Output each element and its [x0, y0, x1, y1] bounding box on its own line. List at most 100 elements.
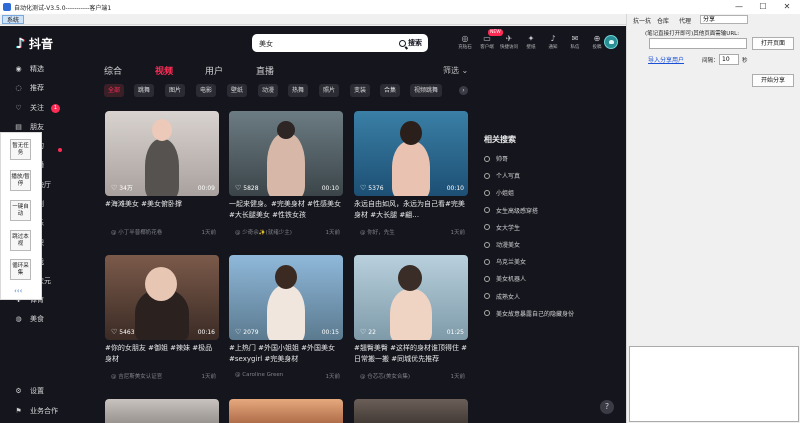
- top-wallpaper[interactable]: ✦ 壁纸: [520, 33, 542, 50]
- related-item[interactable]: 女大学生: [484, 219, 614, 236]
- chip-dance[interactable]: 跳舞: [134, 84, 155, 97]
- help-button[interactable]: ?: [600, 400, 614, 414]
- related-item[interactable]: 成熟女人: [484, 288, 614, 305]
- video-duration: 00:10: [321, 185, 339, 192]
- thumbnail-figure: [390, 289, 432, 340]
- video-thumbnail[interactable]: ♡ 22 01:25: [354, 255, 468, 340]
- related-item[interactable]: 美女故意暴露自己的隐藏身份: [484, 305, 614, 322]
- friends-icon: ▤: [15, 122, 22, 131]
- sidebar-item-featured[interactable]: ◉ 精选: [14, 62, 44, 76]
- sidebar-item-recommend[interactable]: ◌ 推荐: [14, 81, 44, 95]
- sidebar-item-food[interactable]: ◍ 美食: [14, 312, 44, 326]
- import-share-users-link[interactable]: 导入分享用户: [648, 55, 684, 64]
- related-item-label: 女生高级感穿搭: [496, 207, 539, 215]
- tab-video[interactable]: 视频: [155, 64, 173, 77]
- avatar[interactable]: [604, 35, 618, 49]
- chip-all[interactable]: 全部: [104, 84, 125, 97]
- video-title[interactable]: #上热门 #外国小姐姐 #外国美女 #sexygirl #完美身材: [229, 343, 343, 365]
- interval-input[interactable]: [719, 54, 739, 65]
- sidebar-item-settings[interactable]: ⚙ 设置: [14, 384, 44, 398]
- related-item[interactable]: 乌克兰美女: [484, 253, 614, 270]
- related-item[interactable]: 美女机器人: [484, 270, 614, 287]
- video-thumbnail[interactable]: ♡ 34万 00:09: [105, 111, 219, 196]
- filter-button[interactable]: 筛选 ⌄: [443, 65, 468, 76]
- video-author[interactable]: @ 少奇佘✨(就绪少主): [235, 230, 292, 236]
- chip-anime[interactable]: 动漫: [258, 84, 279, 97]
- video-title[interactable]: #你的女朋友 #御姐 #辣妹 #极品身材: [105, 343, 219, 365]
- video-author[interactable]: @ 你好，先生: [360, 230, 395, 236]
- related-item[interactable]: 小姐姐: [484, 184, 614, 201]
- search-button[interactable]: 搜索: [399, 38, 422, 48]
- sidebar-item-business[interactable]: ⚑ 业务合作: [14, 404, 58, 418]
- related-item-label: 小姐姐: [496, 190, 515, 198]
- video-author[interactable]: @ 小丁半普椰奶花卷: [111, 230, 162, 236]
- related-item[interactable]: 动漫美女: [484, 236, 614, 253]
- top-message[interactable]: ✉ 私信: [564, 33, 586, 50]
- collapse-toolbar-icon[interactable]: ‹‹‹: [14, 287, 22, 295]
- douyin-logo[interactable]: ♪ 抖音: [16, 35, 53, 52]
- chip-video-dance[interactable]: 视频跳舞: [410, 84, 443, 97]
- video-thumbnail[interactable]: ♡ 5376 00:10: [354, 111, 468, 196]
- video-thumbnail[interactable]: ♡ 5463 00:16: [105, 255, 219, 340]
- tab-proxy[interactable]: 代理: [679, 16, 691, 25]
- log-output[interactable]: [629, 346, 799, 422]
- top-diamond[interactable]: ◎ 充钻石: [454, 33, 476, 50]
- floating-toolbar: 暂无任务 播放/暂停 一键自动 跳过本视 循环采集 ‹‹‹: [0, 132, 42, 300]
- tab-warehouse[interactable]: 仓库: [657, 16, 669, 25]
- related-item[interactable]: 女生高级感穿搭: [484, 202, 614, 219]
- open-page-button[interactable]: 打开页面: [752, 37, 794, 50]
- search-input[interactable]: [259, 38, 379, 49]
- tab-comprehensive[interactable]: 综合: [104, 64, 122, 77]
- video-thumbnail-partial[interactable]: [354, 399, 468, 423]
- video-author[interactable]: @ Caroline Green: [235, 372, 283, 378]
- maximize-button[interactable]: ☐: [751, 1, 775, 13]
- loop-collect-button[interactable]: 循环采集: [10, 259, 31, 280]
- chip-collection[interactable]: 合集: [380, 84, 401, 97]
- video-author[interactable]: @ 吉尼斯美女认证官: [111, 374, 162, 380]
- thumbnail-figure: [267, 285, 305, 340]
- bell-icon: ♪: [550, 34, 556, 43]
- related-item[interactable]: 个人写真: [484, 167, 614, 184]
- sidebar-item-label: 朋友: [30, 123, 44, 131]
- tab-share[interactable]: 分享: [700, 15, 748, 24]
- video-thumbnail[interactable]: ♡ 2079 00:15: [229, 255, 343, 340]
- tab-live[interactable]: 直播: [256, 64, 274, 77]
- play-pause-button[interactable]: 播放/暂停: [10, 170, 31, 191]
- top-wallpaper-label: 壁纸: [526, 45, 536, 50]
- chip-photo[interactable]: 照片: [319, 84, 340, 97]
- chip-costume-change[interactable]: 变装: [350, 84, 371, 97]
- video-thumbnail-partial[interactable]: [229, 399, 343, 423]
- video-thumbnail-partial[interactable]: [105, 399, 219, 423]
- chip-image[interactable]: 图片: [165, 84, 186, 97]
- sidebar-item-follow[interactable]: ♡ 关注 1: [14, 101, 60, 115]
- url-input[interactable]: [649, 38, 747, 49]
- start-share-button[interactable]: 开始分享: [752, 74, 794, 87]
- heart-icon: ♡: [235, 184, 242, 192]
- minimize-button[interactable]: —: [727, 1, 751, 13]
- one-click-auto-button[interactable]: 一键自动: [10, 200, 31, 221]
- related-item-label: 美女故意暴露自己的隐藏身份: [496, 310, 575, 318]
- tab-user[interactable]: 用户: [205, 64, 223, 77]
- no-task-button[interactable]: 暂无任务: [10, 139, 31, 160]
- video-title[interactable]: 永远自由如风，永远为自己看#完美身材 #大长腿 #翩…: [354, 199, 468, 221]
- video-thumbnail[interactable]: ♡ 5828 00:10: [229, 111, 343, 196]
- chips-next-button[interactable]: ›: [459, 86, 468, 95]
- tab-kang[interactable]: 抗一抗: [633, 16, 651, 25]
- related-item[interactable]: 帅哥: [484, 150, 614, 167]
- related-item-label: 成熟女人: [496, 293, 521, 301]
- video-title[interactable]: #翘臀美臀 #这样的身材谁顶得住 #日常搬一搬 #同城优先推荐: [354, 343, 468, 365]
- related-item-label: 帅哥: [496, 156, 509, 164]
- gear-icon: ⚙: [15, 386, 22, 395]
- new-badge: NEW: [488, 29, 503, 36]
- menu-system[interactable]: 系统: [2, 15, 25, 24]
- video-title[interactable]: 一起来健身。#完美身材 #性感美女 #大长腿美女 #性铁女孩: [229, 199, 343, 221]
- video-title[interactable]: #海滩美女 #美女俯卧撑: [105, 199, 219, 210]
- sidebar-item-label: 关注: [30, 104, 44, 112]
- chip-movie[interactable]: 电影: [196, 84, 217, 97]
- close-button[interactable]: ✕: [775, 1, 799, 13]
- top-notification[interactable]: ♪ 通知: [542, 33, 564, 50]
- skip-video-button[interactable]: 跳过本视: [10, 230, 31, 251]
- chip-hot-dance[interactable]: 热舞: [288, 84, 309, 97]
- video-author[interactable]: @ 仓芯芯(美女合集): [360, 374, 410, 380]
- chip-wallpaper[interactable]: 壁纸: [227, 84, 248, 97]
